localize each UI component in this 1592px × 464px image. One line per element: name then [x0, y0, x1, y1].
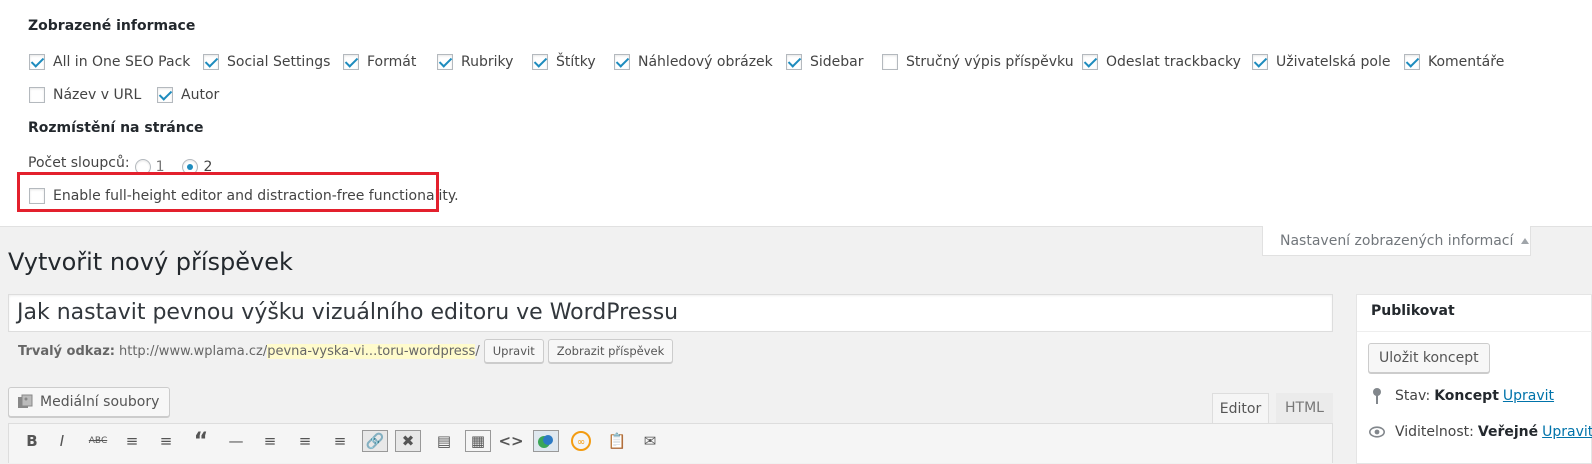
publish-box: Publikovat Uložit koncept Stav: Koncept … [1356, 294, 1592, 464]
checkbox-featured-image[interactable]: Náhledový obrázek [614, 52, 773, 72]
arrow-up-icon [1521, 237, 1530, 244]
highlight-box [17, 172, 439, 212]
checkbox-box[interactable] [786, 54, 802, 70]
status-label: Stav: [1395, 388, 1431, 404]
checkbox-box[interactable] [29, 87, 45, 103]
link-icon[interactable]: 🔗 [362, 430, 388, 452]
columns-setting: Počet sloupců: 1 2 [28, 153, 212, 175]
email-icon[interactable]: ✉ [639, 430, 661, 452]
checkbox-custom-fields[interactable]: Uživatelská pole [1252, 52, 1390, 72]
italic-icon[interactable]: I [51, 430, 73, 452]
checkbox-box[interactable] [1404, 54, 1420, 70]
checkbox-tags[interactable]: Štítky [532, 52, 596, 72]
bold-icon[interactable]: B [21, 430, 43, 452]
unlink-icon[interactable]: ✖ [395, 430, 421, 452]
blockquote-icon[interactable]: “ [190, 429, 212, 454]
checkbox-label: Náhledový obrázek [638, 54, 773, 70]
checkbox-categories[interactable]: Rubriky [437, 52, 513, 72]
strikethrough-icon[interactable]: ABC [87, 430, 109, 452]
infinity-graphic: ∞ [571, 431, 591, 451]
checkbox-box[interactable] [532, 54, 548, 70]
add-media-label: Mediální soubory [40, 394, 160, 410]
checkbox-slug[interactable]: Název v URL [29, 85, 141, 105]
toolbar-toggle-icon[interactable]: ▦ [465, 430, 491, 452]
save-draft-button[interactable]: Uložit koncept [1368, 343, 1490, 373]
checkbox-comments[interactable]: Komentáře [1404, 52, 1504, 72]
permalink-row: Trvalý odkaz: http://www.wplama.cz/pevna… [18, 338, 674, 364]
permalink-trailing: / [475, 343, 480, 359]
bullet-list-icon[interactable]: ≡ [121, 430, 143, 452]
svg-text:∞: ∞ [577, 437, 585, 448]
checkbox-label: Autor [181, 87, 220, 103]
checkbox-label: Uživatelská pole [1276, 54, 1391, 70]
checkbox-label: Název v URL [53, 87, 142, 103]
checkbox-box[interactable] [437, 54, 453, 70]
edit-status-link[interactable]: Upravit [1503, 388, 1554, 404]
checkbox-all-in-one-seo[interactable]: All in One SEO Pack [29, 52, 190, 72]
checkbox-social-settings[interactable]: Social Settings [203, 52, 330, 72]
screen-options-toggle-label: Nastavení zobrazených informací [1280, 232, 1514, 249]
checkbox-excerpt[interactable]: Stručný výpis příspěvku [882, 52, 1074, 72]
checkbox-author[interactable]: Autor [157, 85, 219, 105]
eye-icon [1369, 425, 1385, 439]
checkbox-box[interactable] [203, 54, 219, 70]
read-more-icon[interactable]: ▤ [433, 430, 455, 452]
checkbox-box[interactable] [882, 54, 898, 70]
view-post-button[interactable]: Zobrazit příspěvek [547, 339, 674, 363]
editor-toolbar: B I ABC ≡ ≡ “ — ≡ ≡ ≡ 🔗 ✖ ▤ ▦ <> ∞ 📋 ✉ [8, 423, 1333, 463]
align-left-icon[interactable]: ≡ [259, 430, 281, 452]
divider [1357, 331, 1592, 332]
align-center-icon[interactable]: ≡ [294, 430, 316, 452]
media-icon [18, 394, 33, 408]
visibility-label: Viditelnost: [1395, 424, 1474, 440]
visibility-row: Viditelnost: Veřejné Upravit [1369, 424, 1592, 440]
checkbox-label: Formát [367, 54, 417, 70]
checkbox-sidebar[interactable]: Sidebar [786, 52, 864, 72]
checkbox-trackbacks[interactable]: Odeslat trackbacky [1082, 52, 1241, 72]
checkbox-label: Rubriky [461, 54, 514, 70]
checkbox-box[interactable] [343, 54, 359, 70]
shown-info-heading: Zobrazené informace [28, 18, 196, 34]
screen-options-panel: Zobrazené informace All in One SEO Pack … [0, 0, 1592, 227]
add-media-button[interactable]: Mediální soubory [8, 387, 171, 417]
visibility-value: Veřejné [1477, 424, 1539, 440]
checkbox-box[interactable] [1252, 54, 1268, 70]
plugin-graphic [538, 435, 553, 448]
tab-visual-editor[interactable]: Editor [1212, 393, 1269, 423]
horizontal-rule-icon[interactable]: — [225, 430, 247, 452]
status-row: Stav: Koncept Upravit [1369, 387, 1554, 405]
paste-icon[interactable]: 📋 [606, 430, 628, 452]
screen-options-toggle[interactable]: Nastavení zobrazených informací [1262, 226, 1531, 256]
checkbox-label: Social Settings [227, 54, 331, 70]
publish-title: Publikovat [1371, 303, 1455, 319]
numbered-list-icon[interactable]: ≡ [155, 430, 177, 452]
align-right-icon[interactable]: ≡ [329, 430, 351, 452]
tab-html[interactable]: HTML [1276, 393, 1333, 423]
checkbox-box[interactable] [157, 87, 173, 103]
permalink-label: Trvalý odkaz: [18, 343, 115, 359]
infinity-icon[interactable]: ∞ [570, 430, 592, 452]
checkbox-box[interactable] [1082, 54, 1098, 70]
checkbox-label: Odeslat trackbacky [1106, 54, 1241, 70]
plugin-icon[interactable] [533, 430, 559, 452]
post-title-input[interactable]: Jak nastavit pevnou výšku vizuálního edi… [8, 294, 1333, 332]
edit-permalink-button[interactable]: Upravit [483, 339, 544, 363]
code-icon[interactable]: <> [498, 430, 523, 452]
checkbox-label: Sidebar [810, 54, 864, 70]
permalink-slug[interactable]: pevna-vyska-vi...toru-wordpress [267, 343, 476, 359]
checkbox-label: Štítky [556, 54, 596, 70]
checkbox-label: All in One SEO Pack [53, 54, 191, 70]
page-title: Vytvořit nový příspěvek [8, 248, 293, 276]
permalink-base: http://www.wplama.cz/ [118, 343, 268, 359]
edit-visibility-link[interactable]: Upravit [1542, 424, 1592, 440]
checkbox-label: Stručný výpis příspěvku [906, 54, 1074, 70]
status-value: Koncept [1434, 388, 1499, 404]
columns-label: Počet sloupců: [28, 155, 130, 171]
checkbox-format[interactable]: Formát [343, 52, 416, 72]
checkbox-box[interactable] [29, 54, 45, 70]
pin-icon [1369, 387, 1385, 405]
checkbox-box[interactable] [614, 54, 630, 70]
layout-heading: Rozmístění na stránce [28, 120, 204, 136]
checkbox-label: Komentáře [1428, 54, 1505, 70]
